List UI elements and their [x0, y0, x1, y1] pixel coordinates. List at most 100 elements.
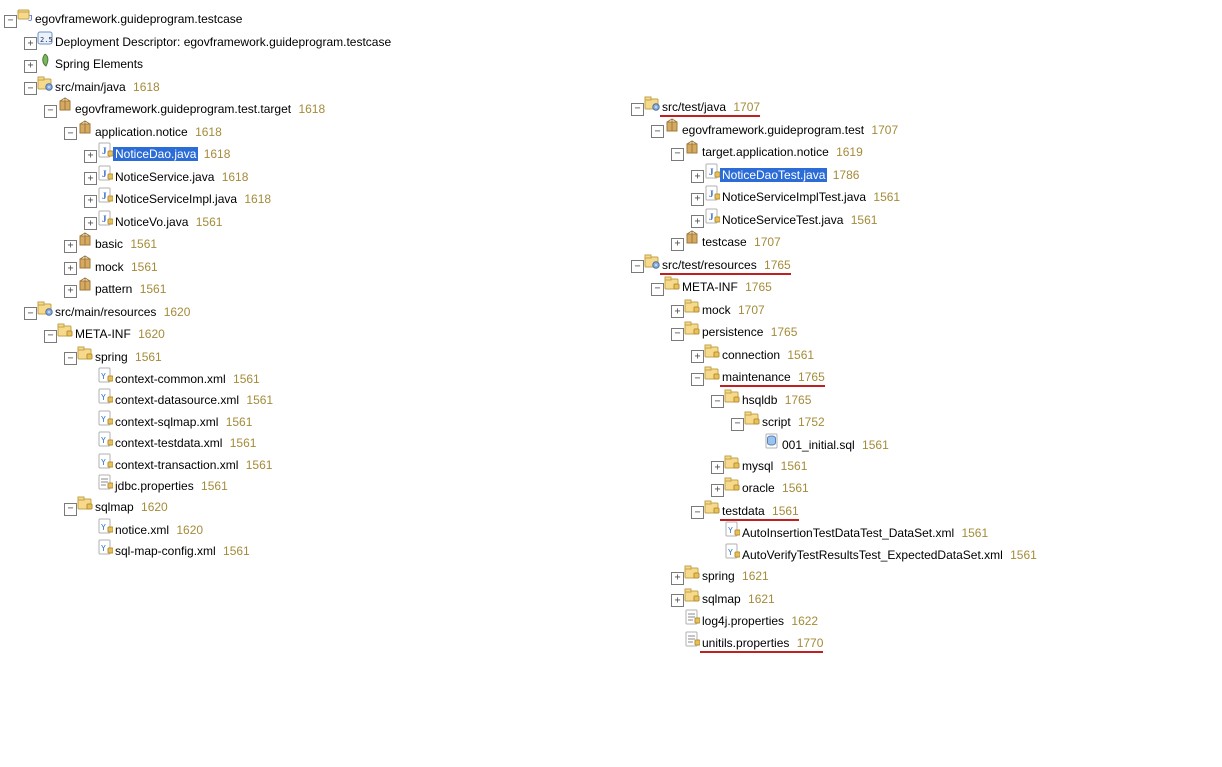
expand-icon[interactable]: +	[84, 195, 97, 208]
tree-node[interactable]: jdbc.properties 1561	[4, 473, 611, 494]
collapse-icon[interactable]: −	[691, 373, 704, 386]
tree-node[interactable]: unitils.properties 1770	[611, 630, 1218, 651]
tree-node[interactable]: +spring 1621	[611, 563, 1218, 586]
node-label[interactable]: NoticeServiceImpl.java	[113, 192, 239, 206]
tree-node[interactable]: +basic 1561	[4, 231, 611, 254]
tree-node[interactable]: −egovframework.guideprogram.test 1707	[611, 117, 1218, 140]
tree-node[interactable]: YAutoInsertionTestDataTest_DataSet.xml 1…	[611, 520, 1218, 541]
expand-icon[interactable]: +	[671, 238, 684, 251]
tree-node[interactable]: −sqlmap 1620	[4, 494, 611, 517]
node-label[interactable]: mysql	[740, 459, 775, 473]
node-label[interactable]: context-transaction.xml	[113, 458, 240, 472]
collapse-icon[interactable]: −	[24, 82, 37, 95]
node-label[interactable]: NoticeService.java	[113, 170, 216, 184]
tree-node[interactable]: −src/main/java 1618	[4, 74, 611, 97]
expand-icon[interactable]: +	[24, 60, 37, 73]
node-label[interactable]: Deployment Descriptor: egovframework.gui…	[53, 35, 393, 49]
node-label[interactable]: 001_initial.sql	[780, 438, 857, 452]
tree-node[interactable]: −persistence 1765	[611, 319, 1218, 342]
node-label[interactable]: AutoVerifyTestResultsTest_ExpectedDataSe…	[740, 548, 1005, 562]
tree-node[interactable]: +pattern 1561	[4, 276, 611, 299]
node-label[interactable]: sqlmap	[700, 592, 743, 606]
tree-node[interactable]: −application.notice 1618	[4, 119, 611, 142]
tree-node[interactable]: +JNoticeVo.java 1561	[4, 209, 611, 232]
tree-node[interactable]: Ycontext-datasource.xml 1561	[4, 387, 611, 408]
tree-node[interactable]: +mock 1561	[4, 254, 611, 277]
expand-icon[interactable]: +	[691, 193, 704, 206]
node-label[interactable]: src/main/resources	[53, 305, 158, 319]
node-label[interactable]: Spring Elements	[53, 57, 145, 71]
collapse-icon[interactable]: −	[651, 283, 664, 296]
tree-node[interactable]: −maintenance 1765	[611, 364, 1218, 387]
tree-node[interactable]: −testdata 1561	[611, 498, 1218, 521]
node-label[interactable]: context-sqlmap.xml	[113, 415, 220, 429]
tree-node[interactable]: Ycontext-transaction.xml 1561	[4, 452, 611, 473]
node-label[interactable]: basic	[93, 237, 125, 251]
expand-icon[interactable]: +	[671, 594, 684, 607]
tree-node[interactable]: +mock 1707	[611, 297, 1218, 320]
tree-node[interactable]: + Spring Elements	[4, 51, 611, 74]
node-label[interactable]: sql-map-config.xml	[113, 544, 218, 558]
collapse-icon[interactable]: −	[631, 103, 644, 116]
collapse-icon[interactable]: −	[671, 328, 684, 341]
collapse-icon[interactable]: −	[711, 395, 724, 408]
expand-icon[interactable]: +	[671, 305, 684, 318]
tree-node[interactable]: −src/main/resources 1620	[4, 299, 611, 322]
tree-node[interactable]: +oracle 1561	[611, 475, 1218, 498]
collapse-icon[interactable]: −	[671, 148, 684, 161]
node-label[interactable]: AutoInsertionTestDataTest_DataSet.xml	[740, 526, 956, 540]
tree-node[interactable]: Ycontext-testdata.xml 1561	[4, 430, 611, 451]
node-label[interactable]: egovframework.guideprogram.testcase	[33, 12, 244, 26]
node-label[interactable]: META-INF	[73, 327, 133, 341]
expand-icon[interactable]: +	[24, 37, 37, 50]
node-label[interactable]: script	[760, 415, 793, 429]
node-label[interactable]: mock	[93, 260, 126, 274]
node-label[interactable]: hsqldb	[740, 393, 779, 407]
node-label[interactable]: sqlmap	[93, 500, 136, 514]
node-label[interactable]: context-testdata.xml	[113, 436, 224, 450]
node-label[interactable]: src/test/resources	[660, 258, 759, 272]
tree-node[interactable]: +JNoticeServiceImplTest.java 1561	[611, 184, 1218, 207]
tree-node[interactable]: +mysql 1561	[611, 453, 1218, 476]
expand-icon[interactable]: +	[84, 150, 97, 163]
node-label[interactable]: oracle	[740, 481, 777, 495]
expand-icon[interactable]: +	[84, 217, 97, 230]
tree-node[interactable]: +JNoticeDaoTest.java 1786	[611, 162, 1218, 185]
tree-node[interactable]: +connection 1561	[611, 342, 1218, 365]
collapse-icon[interactable]: −	[64, 503, 77, 516]
collapse-icon[interactable]: −	[631, 260, 644, 273]
node-label[interactable]: connection	[720, 348, 782, 362]
node-label[interactable]: application.notice	[93, 125, 190, 139]
node-label[interactable]: egovframework.guideprogram.test	[680, 123, 866, 137]
tree-node[interactable]: −src/test/java 1707	[611, 94, 1218, 117]
collapse-icon[interactable]: −	[651, 125, 664, 138]
expand-icon[interactable]: +	[64, 262, 77, 275]
tree-node[interactable]: Ycontext-common.xml 1561	[4, 366, 611, 387]
collapse-icon[interactable]: −	[64, 352, 77, 365]
node-label[interactable]: NoticeDao.java	[113, 147, 198, 161]
tree-node[interactable]: +sqlmap 1621	[611, 586, 1218, 609]
node-label[interactable]: NoticeDaoTest.java	[720, 168, 827, 182]
tree-node[interactable]: Ynotice.xml 1620	[4, 517, 611, 538]
node-label[interactable]: pattern	[93, 282, 134, 296]
node-label[interactable]: jdbc.properties	[113, 479, 196, 493]
node-label[interactable]: META-INF	[680, 280, 740, 294]
node-label[interactable]: src/main/java	[53, 80, 128, 94]
node-label[interactable]: unitils.properties	[700, 636, 791, 650]
tree-node[interactable]: +JNoticeServiceImpl.java 1618	[4, 186, 611, 209]
tree-node[interactable]: Ysql-map-config.xml 1561	[4, 538, 611, 559]
node-label[interactable]: maintenance	[720, 370, 793, 384]
tree-node[interactable]: +JNoticeServiceTest.java 1561	[611, 207, 1218, 230]
node-label[interactable]: notice.xml	[113, 523, 171, 537]
collapse-icon[interactable]: −	[64, 127, 77, 140]
tree-node[interactable]: +testcase 1707	[611, 229, 1218, 252]
node-label[interactable]: mock	[700, 303, 733, 317]
expand-icon[interactable]: +	[64, 285, 77, 298]
tree-node[interactable]: −script 1752	[611, 409, 1218, 432]
tree-node[interactable]: YAutoVerifyTestResultsTest_ExpectedDataS…	[611, 542, 1218, 563]
tree-node[interactable]: −META-INF 1620	[4, 321, 611, 344]
collapse-icon[interactable]: −	[731, 418, 744, 431]
tree-node[interactable]: +JNoticeService.java 1618	[4, 164, 611, 187]
expand-icon[interactable]: +	[691, 170, 704, 183]
node-label[interactable]: testdata	[720, 504, 767, 518]
